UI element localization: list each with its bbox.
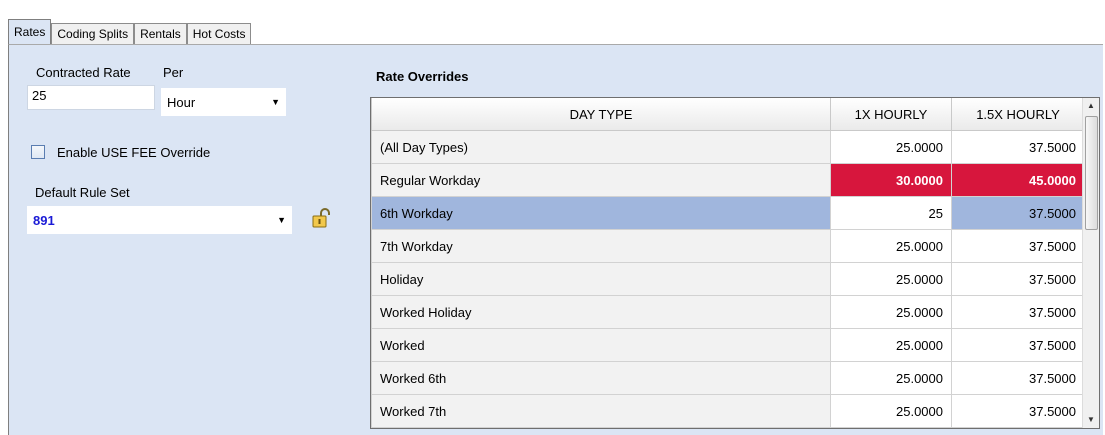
lock-icon[interactable]	[311, 208, 331, 230]
chevron-down-icon: ▼	[277, 215, 286, 225]
table-row[interactable]: Holiday 25.0000 37.5000	[371, 262, 1085, 296]
day-type-cell[interactable]: Worked 6th	[371, 361, 831, 395]
scrollbar-thumb[interactable]	[1085, 116, 1098, 230]
fee-override-label: Enable USE FEE Override	[57, 145, 211, 160]
vertical-scrollbar[interactable]: ▲ ▼	[1082, 98, 1099, 428]
contracted-rate-label: Contracted Rate	[36, 65, 131, 80]
table-row-selected[interactable]: 6th Workday 25 37.5000	[371, 196, 1085, 230]
rate-1-5x-cell[interactable]: 37.5000	[951, 262, 1085, 296]
tab-rates[interactable]: Rates	[8, 19, 52, 44]
top-strip	[0, 0, 1105, 8]
tab-rentals[interactable]: Rentals	[134, 23, 187, 44]
rate-1-5x-cell[interactable]: 37.5000	[951, 229, 1085, 263]
tab-bar: Rates Coding Splits Rentals Hot Costs	[8, 19, 252, 44]
table-header-row: DAY TYPE 1X HOURLY 1.5X HOURLY	[371, 98, 1085, 131]
rate-1x-cell[interactable]: 25.0000	[830, 328, 952, 362]
day-type-cell[interactable]: (All Day Types)	[371, 130, 831, 164]
per-select[interactable]: Hour ▼	[161, 88, 286, 116]
table-row[interactable]: Worked 6th 25.0000 37.5000	[371, 361, 1085, 395]
table-row[interactable]: (All Day Types) 25.0000 37.5000	[371, 130, 1085, 164]
default-rule-set-label: Default Rule Set	[35, 185, 130, 200]
rate-1-5x-cell[interactable]: 37.5000	[951, 295, 1085, 329]
table-row[interactable]: Regular Workday 30.0000 45.0000	[371, 163, 1085, 197]
column-header-1-5x-hourly[interactable]: 1.5X HOURLY	[951, 98, 1085, 131]
rate-1x-cell-editing[interactable]: 25	[830, 196, 952, 230]
contracted-rate-input[interactable]: 25	[27, 85, 155, 110]
day-type-cell[interactable]: 6th Workday	[371, 196, 831, 230]
rate-1x-cell[interactable]: 25.0000	[830, 229, 952, 263]
rate-overrides-grid: DAY TYPE 1X HOURLY 1.5X HOURLY (All Day …	[370, 97, 1100, 429]
rate-1x-cell[interactable]: 25.0000	[830, 130, 952, 164]
rate-overrides-title: Rate Overrides	[376, 69, 469, 84]
table-row[interactable]: Worked 25.0000 37.5000	[371, 328, 1085, 362]
scroll-down-icon[interactable]: ▼	[1083, 412, 1099, 428]
rate-1-5x-cell[interactable]: 45.0000	[951, 163, 1085, 197]
day-type-cell[interactable]: Holiday	[371, 262, 831, 296]
per-select-value: Hour	[167, 94, 196, 110]
rate-1-5x-cell[interactable]: 37.5000	[951, 130, 1085, 164]
rate-1x-cell[interactable]: 25.0000	[830, 394, 952, 428]
day-type-cell[interactable]: Worked Holiday	[371, 295, 831, 329]
per-label: Per	[163, 65, 184, 80]
column-header-day-type[interactable]: DAY TYPE	[371, 98, 831, 131]
column-header-1x-hourly[interactable]: 1X HOURLY	[830, 98, 952, 131]
chevron-down-icon: ▼	[271, 97, 280, 107]
table-row[interactable]: Worked Holiday 25.0000 37.5000	[371, 295, 1085, 329]
rate-1x-cell[interactable]: 25.0000	[830, 361, 952, 395]
day-type-cell[interactable]: Worked	[371, 328, 831, 362]
day-type-cell[interactable]: Worked 7th	[371, 394, 831, 428]
rate-1-5x-cell[interactable]: 37.5000	[951, 394, 1085, 428]
rate-1-5x-cell[interactable]: 37.5000	[951, 361, 1085, 395]
rate-1x-cell[interactable]: 25.0000	[830, 295, 952, 329]
table-row[interactable]: 7th Workday 25.0000 37.5000	[371, 229, 1085, 263]
table-row[interactable]: Worked 7th 25.0000 37.5000	[371, 394, 1085, 428]
day-type-cell[interactable]: Regular Workday	[371, 163, 831, 197]
fee-override-checkbox[interactable]	[31, 145, 45, 159]
rate-1-5x-cell[interactable]: 37.5000	[951, 196, 1085, 230]
tab-coding-splits[interactable]: Coding Splits	[51, 23, 135, 44]
tab-hot-costs[interactable]: Hot Costs	[186, 23, 252, 44]
rate-1x-cell[interactable]: 30.0000	[830, 163, 952, 197]
day-type-cell[interactable]: 7th Workday	[371, 229, 831, 263]
default-rule-set-select[interactable]: 891 ▼	[27, 206, 292, 234]
rate-1-5x-cell[interactable]: 37.5000	[951, 328, 1085, 362]
default-rule-set-value: 891	[33, 212, 55, 228]
rate-1x-cell[interactable]: 25.0000	[830, 262, 952, 296]
rate-overrides-table: DAY TYPE 1X HOURLY 1.5X HOURLY (All Day …	[371, 98, 1085, 428]
scroll-up-icon[interactable]: ▲	[1083, 98, 1099, 114]
